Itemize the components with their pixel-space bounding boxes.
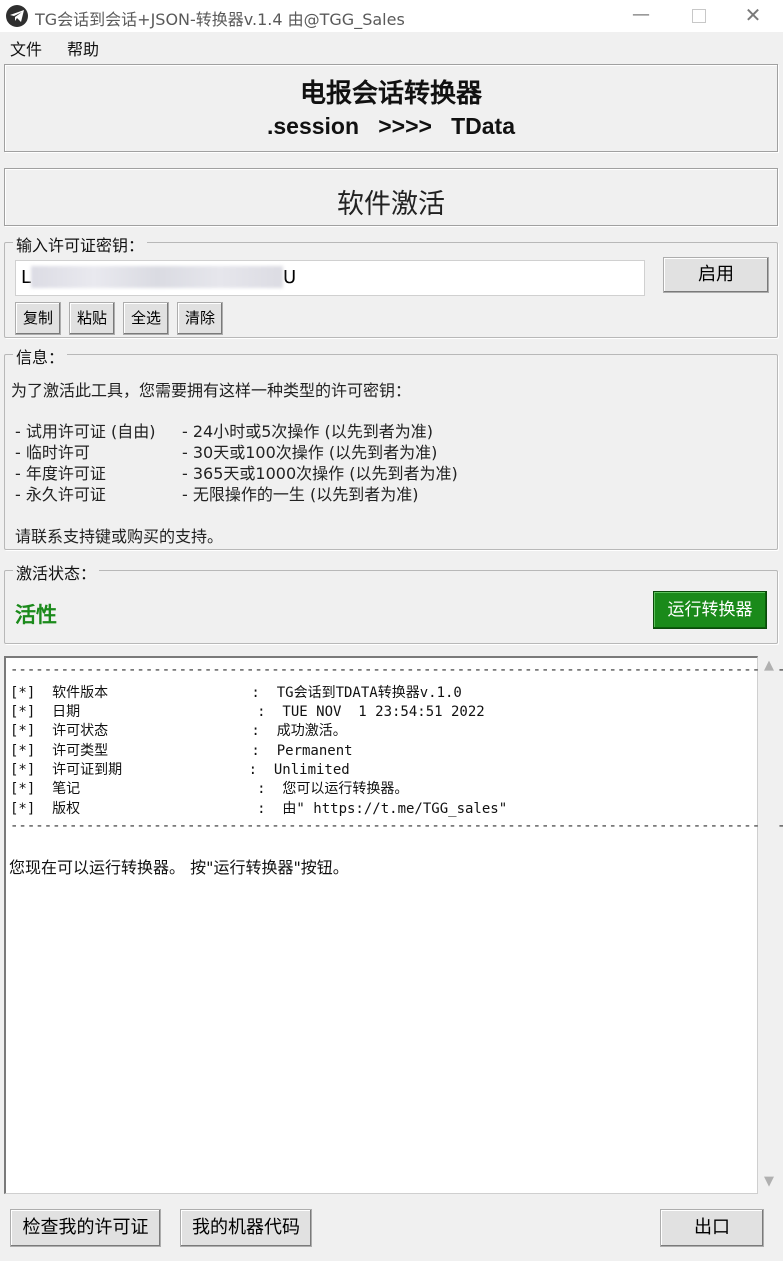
log-line: [*] 许可证到期 : Unlimited [10, 762, 350, 778]
minimize-button[interactable]: — [612, 0, 670, 32]
license-key-redacted [31, 265, 284, 288]
copy-button[interactable]: 复制 [15, 302, 61, 335]
maximize-button[interactable] [670, 0, 728, 32]
clear-button[interactable]: 清除 [177, 302, 223, 335]
status-legend: 激活状态： [13, 560, 100, 584]
license-key-legend: 输入许可证密钥： [13, 232, 148, 256]
app-subheading: .session >>>> TData [266, 113, 515, 139]
menu-file[interactable]: 文件 [10, 36, 42, 60]
log-line: [*] 软件版本 : TG会话到TDATA转换器v.1.0 [10, 685, 462, 701]
license-type-name: - 永久许可证 [15, 485, 106, 504]
license-key-input[interactable]: LU [15, 260, 645, 296]
maximize-icon [692, 9, 706, 23]
license-key-group: 输入许可证密钥： LU 启用 复制 粘贴 全选 清除 [4, 232, 778, 338]
log-line: [*] 许可类型 : Permanent [10, 743, 353, 759]
log-line: [*] 笔记 : 您可以运行转换器。 [10, 781, 409, 797]
info-group: 信息： 为了激活此工具，您需要拥有这样一种类型的许可密钥： - 试用许可证 (自… [4, 344, 778, 550]
menu-bar: 文件 帮助 [0, 32, 783, 60]
log-line: [*] 日期 : TUE NOV 1 23:54:51 2022 [10, 704, 485, 720]
activation-panel: 软件激活 [4, 168, 778, 226]
log-separator: ----------------------------------------… [10, 818, 783, 834]
paste-button[interactable]: 粘贴 [69, 302, 115, 335]
log-line: [*] 许可状态 : 成功激活。 [10, 723, 347, 739]
info-legend: 信息： [13, 344, 68, 368]
log-line: [*] 版权 : 由" https://t.me/TGG_sales" [10, 801, 508, 817]
title-bar: TG会话到会话+JSON-转换器v.1.4 由@TGG_Sales — ✕ [0, 0, 783, 32]
app-heading: 电报会话转换器 [299, 79, 482, 109]
log-message: 您现在可以运行转换器。 按"运行转换器"按钮。 [9, 858, 349, 877]
exit-button[interactable]: 出口 [660, 1209, 764, 1247]
window-title: TG会话到会话+JSON-转换器v.1.4 由@TGG_Sales [35, 10, 405, 29]
enable-button[interactable]: 启用 [663, 257, 769, 293]
license-key-start: L [21, 267, 32, 288]
close-button[interactable]: ✕ [724, 0, 782, 32]
info-contact: 请联系支持键或购买的支持。 [15, 527, 224, 546]
log-separator: ----------------------------------------… [10, 662, 783, 678]
select-all-button[interactable]: 全选 [123, 302, 169, 335]
header-panel: 电报会话转换器 .session >>>> TData [4, 64, 778, 152]
activation-status-group: 激活状态： 活性 运行转换器 [4, 560, 778, 644]
info-intro: 为了激活此工具，您需要拥有这样一种类型的许可密钥： [11, 381, 412, 400]
scroll-up-icon[interactable]: ▲ [759, 658, 779, 674]
license-type-desc: - 无限操作的一生 (以先到者为准) [182, 485, 419, 504]
scroll-down-icon[interactable]: ▼ [759, 1174, 779, 1190]
run-converter-button[interactable]: 运行转换器 [653, 591, 767, 629]
license-key-end: U [283, 267, 297, 288]
machine-code-button[interactable]: 我的机器代码 [180, 1209, 312, 1247]
check-license-button[interactable]: 检查我的许可证 [10, 1209, 161, 1247]
status-value: 活性 [15, 603, 57, 627]
log-scrollbar[interactable]: ▲ ▼ [759, 656, 779, 1194]
menu-help[interactable]: 帮助 [67, 36, 99, 60]
telegram-icon [6, 5, 28, 27]
log-output[interactable]: ----------------------------------------… [4, 656, 783, 1194]
activation-title: 软件激活 [337, 189, 445, 220]
